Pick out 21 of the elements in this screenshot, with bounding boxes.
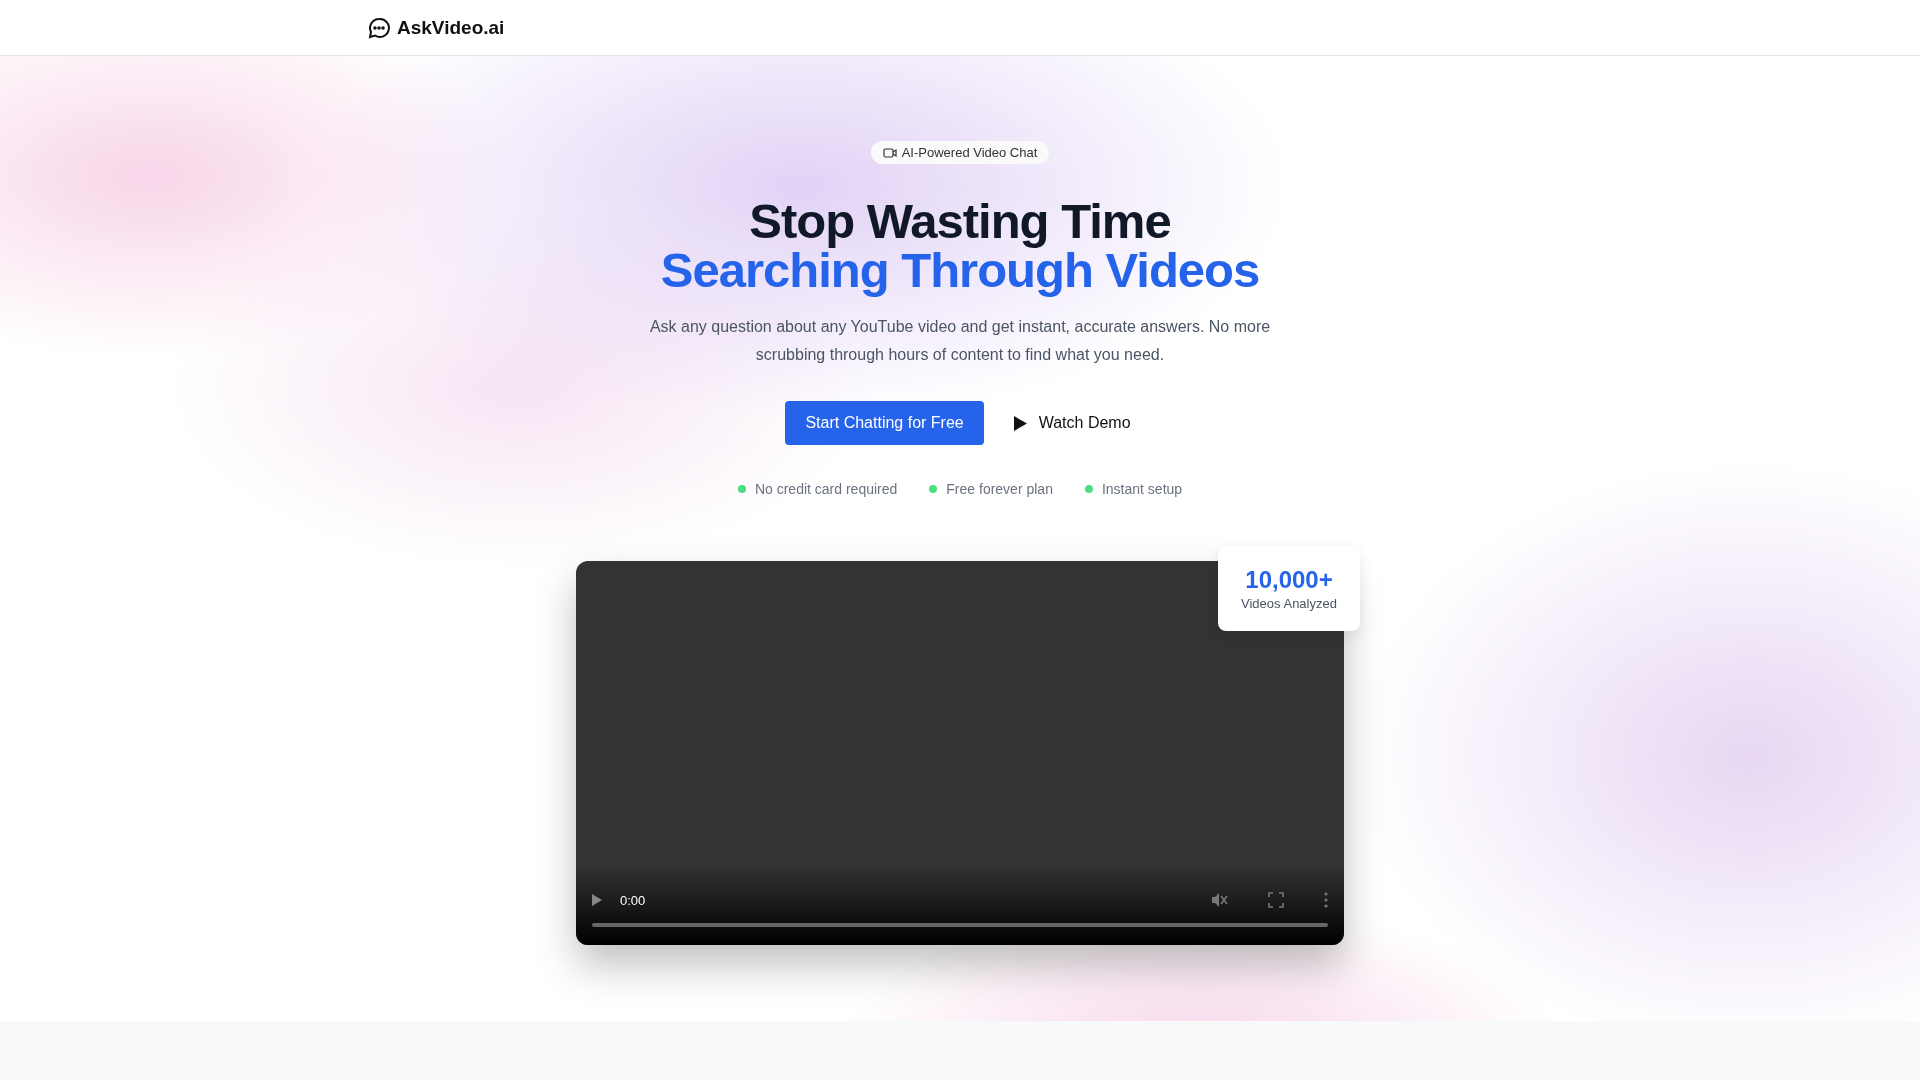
play-icon (1013, 415, 1027, 431)
feature-text: Free forever plan (946, 481, 1053, 497)
logo[interactable]: AskVideo.ai (367, 15, 505, 40)
play-icon[interactable] (592, 894, 602, 906)
badge-text: AI-Powered Video Chat (901, 145, 1038, 160)
progress-track[interactable] (592, 923, 1328, 927)
video-time: 0:00 (620, 892, 646, 908)
feature-text: No credit card required (754, 481, 898, 497)
start-chatting-button[interactable]: Start Chatting for Free (785, 401, 984, 445)
watch-demo-button[interactable]: Watch Demo (1009, 401, 1135, 445)
stat-label: Videos Analyzed (1241, 596, 1337, 611)
more-icon[interactable] (1324, 892, 1328, 908)
chat-bubble-icon (367, 15, 391, 40)
video-camera-icon (882, 146, 897, 159)
feature-text: Instant setup (1101, 481, 1183, 497)
muted-speaker-icon[interactable] (1210, 891, 1228, 909)
hero-subtitle: Ask any question about any YouTube video and get instant, accurate answers. No more scrubbing through hours of content to find what you need. (648, 317, 1272, 365)
logo-text: AskVideo.ai (397, 16, 505, 39)
fullscreen-icon[interactable] (1268, 892, 1284, 908)
hero-title: Stop Wasting Time Searching Through Videos (660, 197, 1260, 295)
stat-value: 10,000+ (1245, 566, 1333, 594)
